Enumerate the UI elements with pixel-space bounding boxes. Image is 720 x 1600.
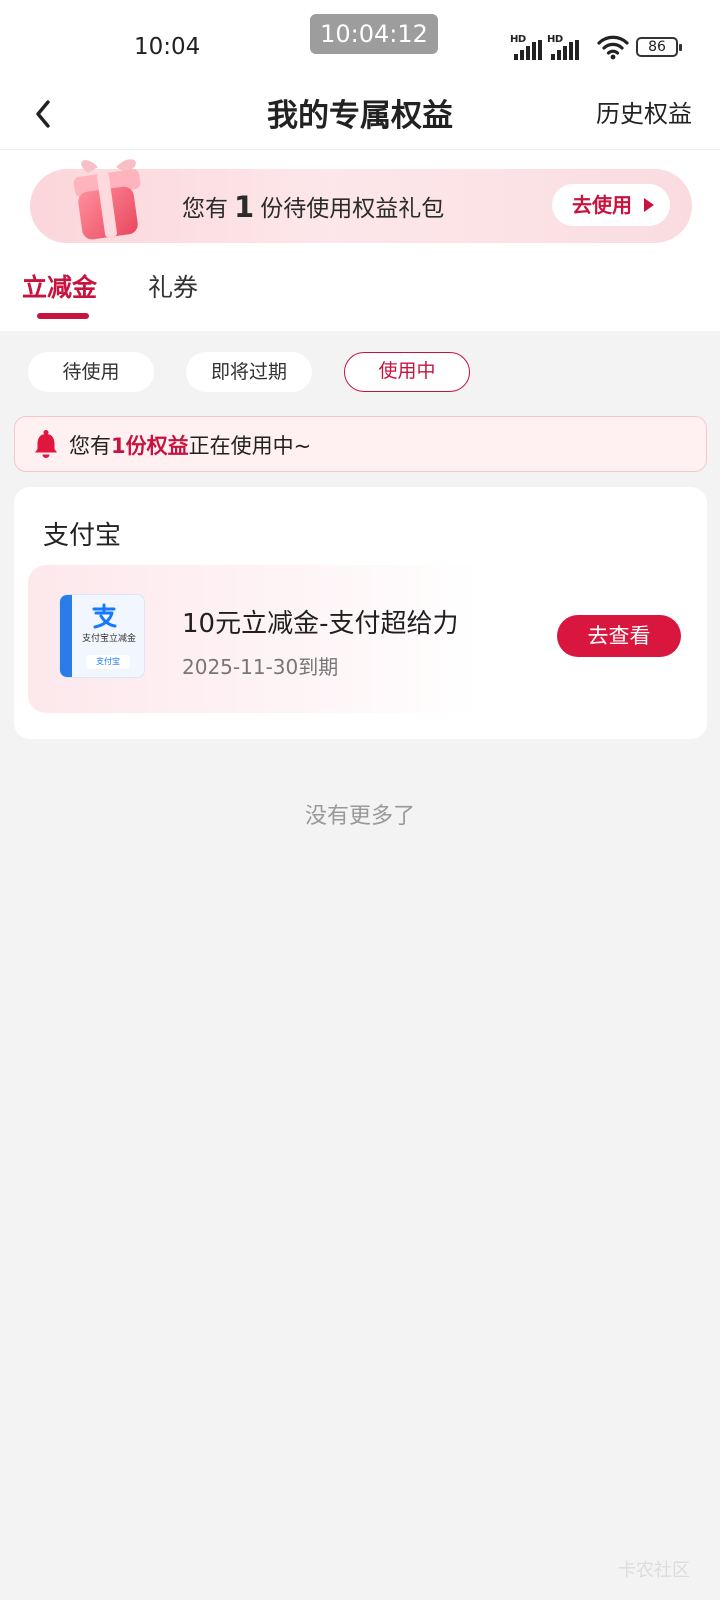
nav-bar: 我的专属权益 历史权益 — [0, 80, 720, 150]
status-bar: 10:04 10:04:12 HD HD 86 — [0, 0, 720, 80]
tab-discount-cash[interactable]: 立减金 — [22, 268, 97, 304]
play-arrow-icon — [644, 198, 654, 212]
section-title: 支付宝 — [43, 521, 122, 551]
use-now-label: 去使用 — [572, 193, 632, 217]
back-arrow-icon[interactable] — [28, 94, 68, 134]
gift-count: 1 — [234, 190, 255, 224]
wifi-icon — [597, 35, 629, 60]
coupon-thumbnail: 支付宝立减金 支付宝 — [59, 594, 145, 678]
coupon-thumb-brand: 支付宝 — [86, 655, 130, 669]
alipay-logo-icon — [92, 603, 117, 629]
active-tab-indicator — [37, 313, 89, 319]
status-time: 10:04 — [134, 34, 201, 60]
battery-indicator: 86 — [636, 37, 682, 57]
gift-box-icon — [73, 159, 141, 240]
coupon-name: 10元立减金-支付超给力 — [182, 609, 459, 639]
in-use-notice: 您有1份权益正在使用中~ — [14, 416, 707, 472]
cellular-signal-1-icon: HD — [510, 34, 544, 60]
notice-text: 您有1份权益正在使用中~ — [69, 430, 311, 460]
notice-highlight: 1份权益 — [111, 434, 189, 458]
filter-in-use[interactable]: 使用中 — [344, 352, 470, 392]
bell-icon — [35, 430, 57, 458]
coupon-thumb-label: 支付宝立减金 — [81, 634, 136, 644]
notice-prefix: 您有 — [69, 434, 111, 458]
view-coupon-button[interactable]: 去查看 — [557, 615, 681, 657]
coupon-stub — [60, 595, 72, 677]
filter-expiring[interactable]: 即将过期 — [186, 352, 312, 392]
gift-banner[interactable]: 您有 1 份待使用权益礼包 去使用 — [30, 159, 692, 243]
notice-suffix: 正在使用中~ — [188, 434, 312, 458]
gift-banner-suffix: 份待使用权益礼包 — [260, 196, 445, 222]
cellular-signal-2-icon: HD — [547, 34, 581, 60]
filter-pending[interactable]: 待使用 — [28, 352, 154, 392]
overlay-clock: 10:04:12 — [310, 14, 438, 54]
use-now-button[interactable]: 去使用 — [552, 184, 670, 226]
gift-banner-prefix: 您有 — [182, 196, 228, 222]
alipay-benefit-card: 支付宝 支付宝立减金 支付宝 10元立减金-支付超给力 2025-11-30到期… — [14, 487, 707, 739]
tab-vouchers[interactable]: 礼券 — [148, 268, 198, 304]
coupon-expiry: 2025-11-30到期 — [182, 655, 339, 679]
top-section: 您有 1 份待使用权益礼包 去使用 立减金 礼券 — [0, 150, 720, 331]
history-benefits-link[interactable]: 历史权益 — [596, 94, 692, 129]
coupon-item[interactable]: 支付宝立减金 支付宝 10元立减金-支付超给力 2025-11-30到期 去查看 — [28, 565, 693, 713]
no-more-text: 没有更多了 — [304, 804, 415, 829]
watermark: 卡农社区 — [618, 1560, 690, 1581]
gift-banner-text: 您有 1 份待使用权益礼包 — [182, 189, 445, 224]
